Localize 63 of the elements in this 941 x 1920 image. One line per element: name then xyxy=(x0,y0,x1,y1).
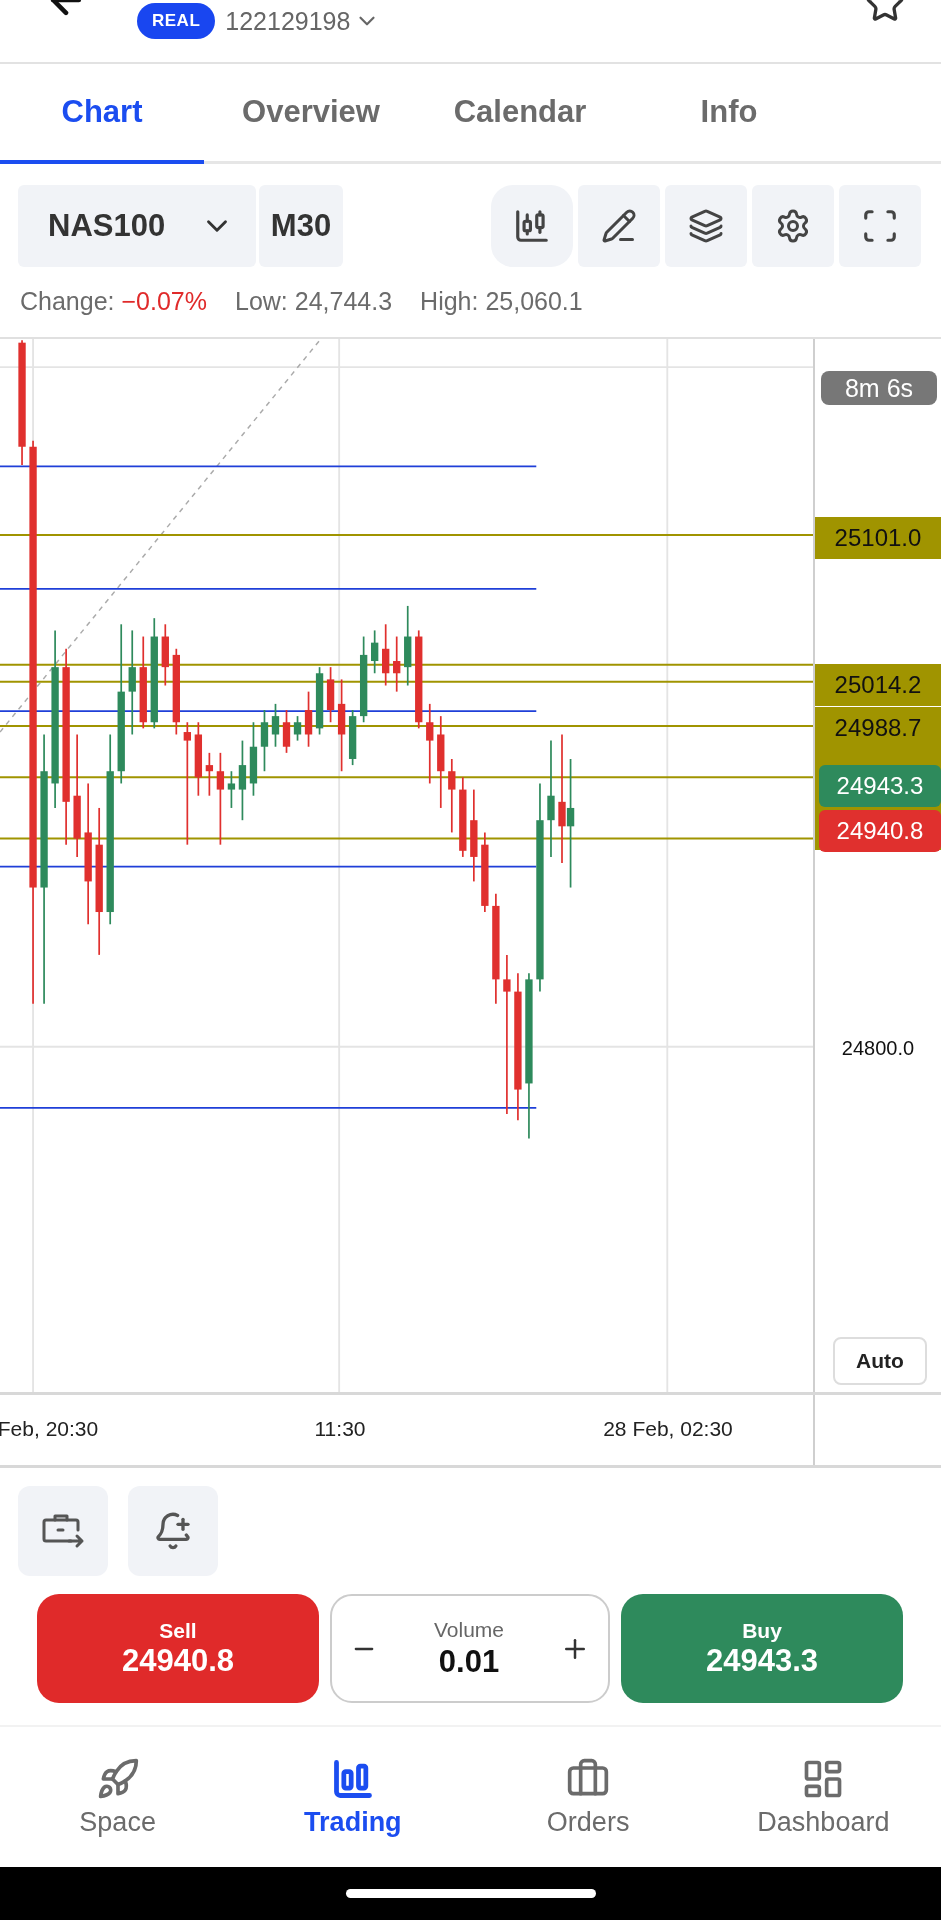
candle xyxy=(161,623,169,687)
bell-plus-icon xyxy=(153,1511,193,1551)
candle xyxy=(382,623,390,687)
volume-field[interactable]: Volume 0.01 xyxy=(330,1594,610,1703)
drawing-tools-button[interactable] xyxy=(578,185,660,267)
nav-item[interactable]: Orders xyxy=(470,1727,706,1867)
stat-label: High: xyxy=(420,287,479,315)
drawn-level-line[interactable] xyxy=(0,865,538,868)
buy-button[interactable]: Buy 24943.3 xyxy=(621,1594,903,1703)
alert-button[interactable] xyxy=(128,1486,218,1576)
candle xyxy=(205,752,214,797)
settings-button[interactable] xyxy=(752,185,834,267)
candle xyxy=(304,690,313,748)
candle xyxy=(326,666,335,724)
tab[interactable]: Overview xyxy=(209,64,413,164)
countdown-label: 8m 6s xyxy=(821,371,937,405)
nav-item[interactable]: Space xyxy=(0,1727,236,1867)
time-axis-label: 11:30 xyxy=(314,1417,366,1441)
candlestick-icon xyxy=(513,207,551,245)
axis-tick-label: 24800.0 xyxy=(840,1035,916,1061)
layers-icon xyxy=(688,208,724,244)
tab[interactable]: Calendar xyxy=(418,64,622,164)
time-axis-label: 28 Feb, 02:30 xyxy=(603,1417,733,1441)
bid-price-label: 24940.8 xyxy=(819,810,941,852)
indicators-button[interactable] xyxy=(491,185,573,267)
ask-price-label: 24943.3 xyxy=(819,765,941,807)
drawn-level-line[interactable] xyxy=(0,587,538,590)
stat-value: 25,060.1 xyxy=(485,287,583,315)
settings-icon xyxy=(775,208,811,244)
trend-line[interactable] xyxy=(0,339,322,733)
candle xyxy=(315,666,324,736)
candle xyxy=(260,709,269,773)
price-label: 25101.0 xyxy=(815,517,941,559)
account-type-badge: REAL xyxy=(137,3,216,39)
time-axis-label: Feb, 20:30 xyxy=(0,1417,99,1441)
stat-value: 24,744.3 xyxy=(294,287,393,315)
stat-value: −0.07% xyxy=(121,287,207,315)
pencil-icon xyxy=(601,208,637,244)
drawn-level-line[interactable] xyxy=(0,465,538,468)
timeframe-button[interactable]: M30 xyxy=(259,185,343,267)
nav-item[interactable]: Dashboard xyxy=(705,1727,941,1867)
candle xyxy=(348,709,357,766)
candle xyxy=(227,770,236,809)
layers-button[interactable] xyxy=(665,185,747,267)
drawn-level-line[interactable] xyxy=(0,710,538,713)
stat-label: Change: xyxy=(20,287,115,315)
candle xyxy=(371,629,379,675)
tab[interactable]: Info xyxy=(627,64,831,164)
candle xyxy=(271,703,280,748)
fullscreen-button[interactable] xyxy=(839,185,921,267)
symbol-selector[interactable]: NAS100 xyxy=(18,185,256,267)
candle xyxy=(393,635,401,693)
tab[interactable]: Chart xyxy=(0,64,204,164)
account-number[interactable]: 122129198 xyxy=(225,6,351,36)
sell-button[interactable]: Sell 24940.8 xyxy=(37,1594,319,1703)
nav-item[interactable]: Trading xyxy=(235,1727,471,1867)
candle xyxy=(282,709,291,754)
price-label: 25014.2 xyxy=(815,664,941,706)
briefcase-arrow-button[interactable] xyxy=(18,1486,108,1576)
auto-scale-button[interactable]: Auto xyxy=(833,1337,927,1385)
fullscreen-icon xyxy=(861,207,899,245)
candle xyxy=(293,715,302,742)
stat-label: Low: xyxy=(235,287,288,315)
